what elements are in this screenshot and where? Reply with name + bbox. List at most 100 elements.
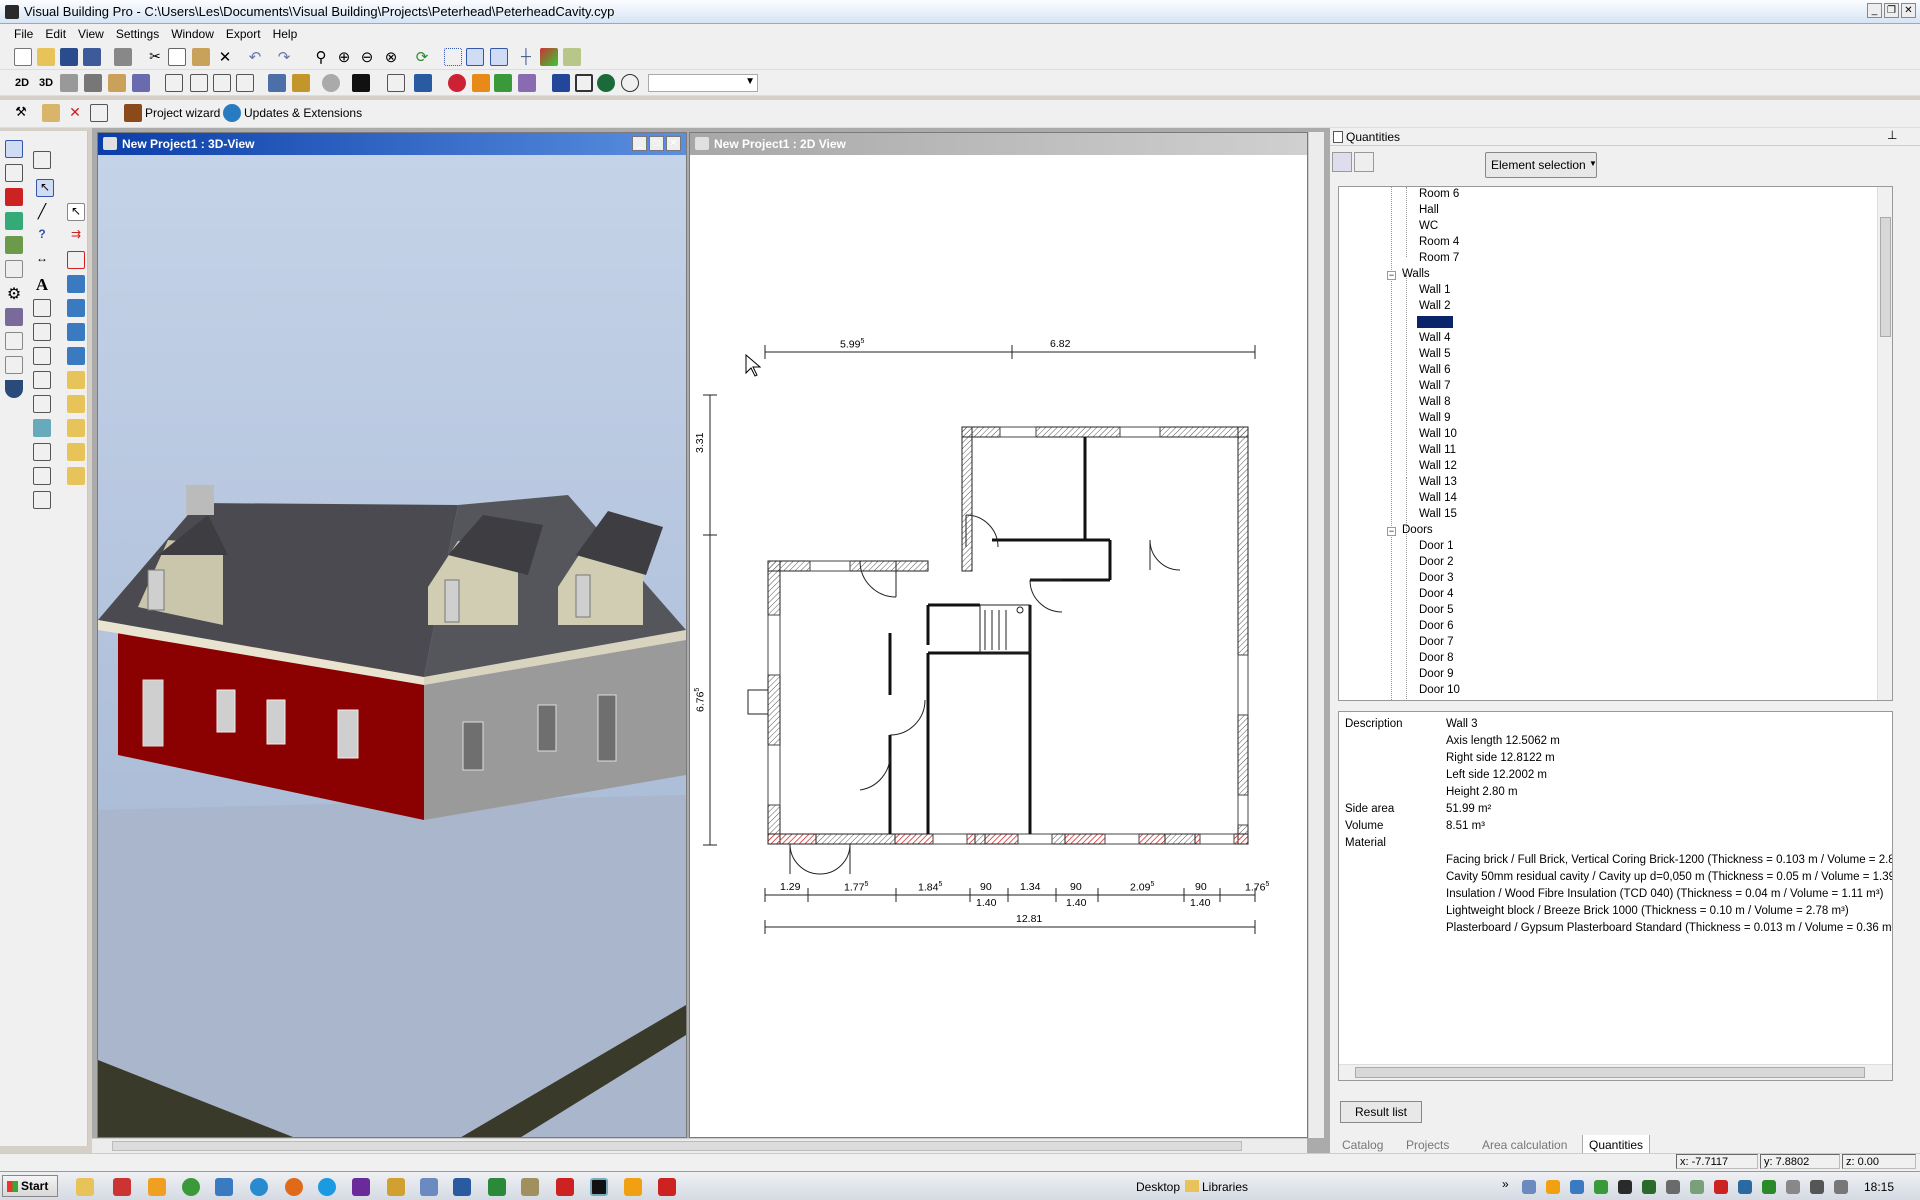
text-icon[interactable]: A [33,275,51,294]
scroll-thumb[interactable] [1355,1067,1865,1078]
render-icon[interactable] [563,48,581,66]
calc-icon[interactable] [90,104,108,122]
chrome-icon[interactable] [182,1178,200,1196]
tree-item-hall[interactable]: Hall [1419,204,1439,216]
pdf-icon[interactable] [658,1178,676,1196]
tree-view-button[interactable] [1332,152,1352,172]
menu-help[interactable]: Help [267,24,304,41]
app-icon-2[interactable] [113,1178,131,1196]
window-tool-icon[interactable] [5,164,23,182]
view-3d-maximize-button[interactable]: □ [649,136,664,151]
copy-icon[interactable] [168,48,186,66]
tree-item-wall-1[interactable]: Wall 1 [1419,284,1451,296]
roof-icon[interactable] [84,74,102,92]
skype-icon[interactable] [318,1178,336,1196]
print-icon[interactable] [114,48,132,66]
tree-item-door-10[interactable]: Door 10 [1419,684,1460,696]
zoom-icon[interactable]: ⚲ [312,48,330,66]
tray-icon-10[interactable] [1738,1180,1752,1194]
tray-icon-11[interactable] [1762,1180,1776,1194]
tray-icon-1[interactable] [1522,1180,1536,1194]
camera-icon[interactable] [268,74,286,92]
view-2d-button[interactable]: 2D [13,74,31,92]
save-all-icon[interactable] [83,48,101,66]
tree-item-wall-5[interactable]: Wall 5 [1419,348,1451,360]
network-icon[interactable] [215,1178,233,1196]
house-tool-icon[interactable] [33,419,51,437]
open-icon[interactable] [37,48,55,66]
layer-select[interactable]: ▼ [648,74,758,92]
word-icon[interactable] [453,1178,471,1196]
paint-icon[interactable] [518,74,536,92]
updates-extensions-link[interactable]: Updates & Extensions [244,106,362,120]
extrude-tool-icon[interactable] [33,491,51,509]
tree-item-door-8[interactable]: Door 8 [1419,652,1454,664]
pointer-icon[interactable]: ↖ [67,203,85,221]
pipe-tool-icon[interactable] [33,347,51,365]
start-button[interactable]: Start [2,1175,58,1197]
view-3d-titlebar[interactable]: New Project1 : 3D-View _ □ ✕ [98,133,686,155]
tree-item-wall-6[interactable]: Wall 6 [1419,364,1451,376]
tree-item-wall-13[interactable]: Wall 13 [1419,476,1457,488]
copy-element-icon[interactable] [67,251,85,269]
clock-icon[interactable] [621,74,639,92]
move-icon[interactable]: ⇉ [67,227,85,245]
tools-icon[interactable]: ⚒ [12,104,30,122]
tree-group-walls[interactable]: Walls [1402,268,1430,280]
tray-icon-8[interactable] [1690,1180,1704,1194]
tray-icon-7[interactable] [1666,1180,1680,1194]
colour-fill-icon[interactable] [414,74,432,92]
delete-icon[interactable]: ✕ [216,48,234,66]
tray-icon-3[interactable] [1570,1180,1584,1194]
tree-item-wall-3-selected[interactable]: Wall 3 [1417,316,1453,328]
colour-tool-icon[interactable] [5,188,23,206]
tree-item-wall-12[interactable]: Wall 12 [1419,460,1457,472]
frame-icon[interactable] [575,74,593,92]
help-tool-icon[interactable]: ? [33,227,51,245]
plant-tool-icon[interactable] [5,212,23,230]
tray-icon-9[interactable] [1714,1180,1728,1194]
view-2d-titlebar[interactable]: New Project1 : 2D View [690,133,1307,155]
tree-item-wall-14[interactable]: Wall 14 [1419,492,1457,504]
paste-icon[interactable] [192,48,210,66]
tree-item-wall-15[interactable]: Wall 15 [1419,508,1457,520]
tray-icon-6[interactable] [1642,1180,1656,1194]
app-icon-5[interactable] [521,1178,539,1196]
mdi-horizontal-scrollbar[interactable] [92,1138,1307,1153]
tab-catalog[interactable]: Catalog [1336,1135,1389,1155]
pin-icon[interactable]: ⊥ [1887,128,1897,142]
material-icon[interactable] [448,74,466,92]
chevron-right-icon[interactable]: » [1502,1177,1509,1191]
window-icon[interactable] [165,74,183,92]
app-icon-6[interactable] [624,1178,642,1196]
globe-icon[interactable] [597,74,615,92]
door-tool-icon[interactable] [33,443,51,461]
tree-item-wall-8[interactable]: Wall 8 [1419,396,1451,408]
layer-icon[interactable] [387,74,405,92]
menu-window[interactable]: Window [165,24,220,41]
scroll-thumb[interactable] [112,1141,1242,1151]
tree-icon[interactable] [494,74,512,92]
menu-export[interactable]: Export [220,24,267,41]
minimize-button[interactable]: _ [1867,3,1882,18]
tree-item-wall-10[interactable]: Wall 10 [1419,428,1457,440]
firefox-icon[interactable] [285,1178,303,1196]
scroll-thumb[interactable] [1880,217,1891,337]
view-2d-vertical-scrollbar[interactable] [1308,132,1324,1138]
gear-icon[interactable]: ⚙ [5,284,23,303]
tree-item-wall-9[interactable]: Wall 9 [1419,412,1451,424]
view-2d-window[interactable]: New Project1 : 2D View 5.995 6.82 3.31 6… [689,132,1308,1138]
tile-v-icon[interactable] [236,74,254,92]
view-3d-button[interactable]: 3D [37,74,55,92]
select-tool-icon[interactable]: ↖ [36,179,54,197]
roof-tool-icon[interactable] [33,151,51,169]
section-icon[interactable] [552,74,570,92]
save-icon[interactable] [60,48,78,66]
measure-icon[interactable]: ┼ [517,48,535,66]
dimension-tool-icon[interactable]: ↔ [33,251,51,269]
menu-settings[interactable]: Settings [110,24,165,41]
hatch-tool-icon[interactable] [33,323,51,341]
app-icon-4[interactable] [420,1178,438,1196]
cut-icon[interactable]: ✂ [146,48,164,66]
tree-item-wall-11[interactable]: Wall 11 [1419,444,1456,456]
